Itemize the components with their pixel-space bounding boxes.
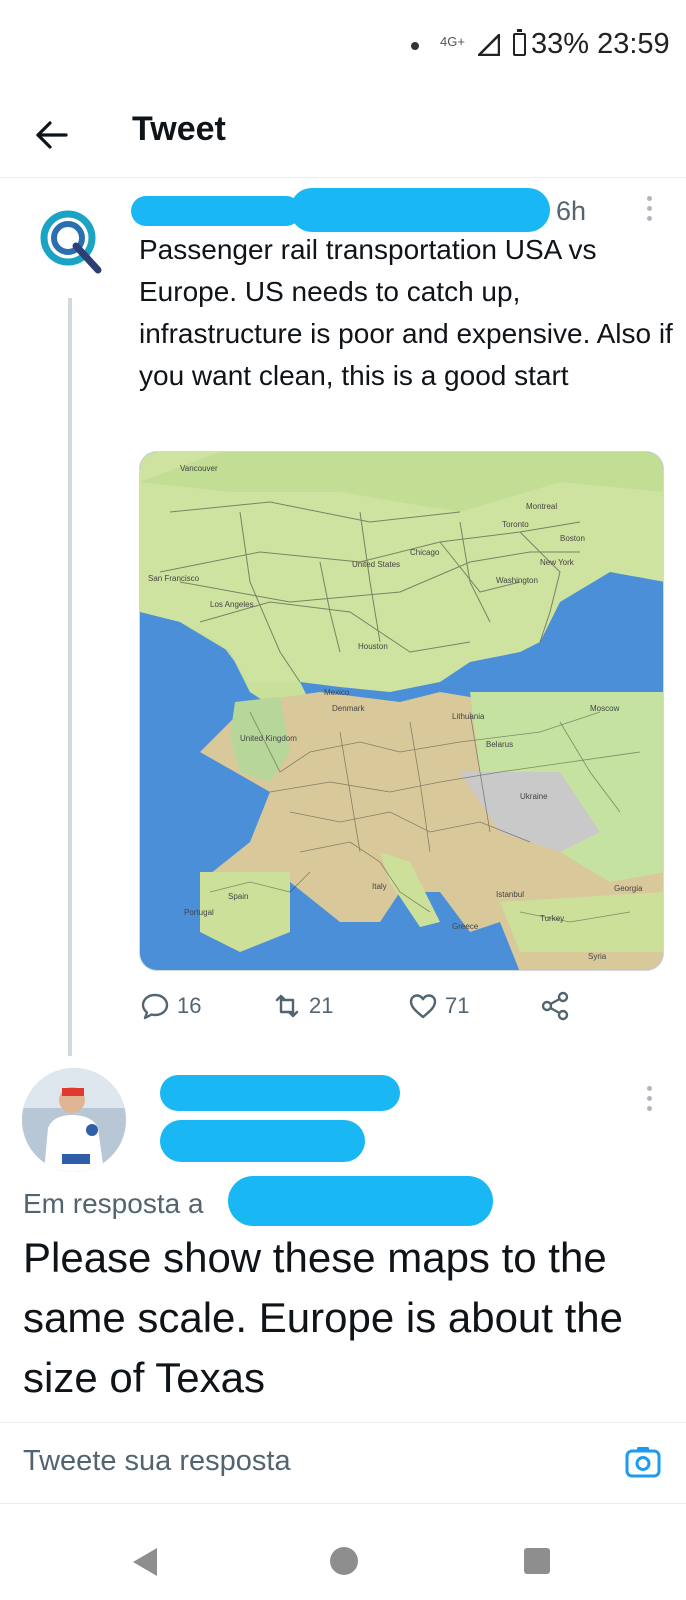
redacted-reply-name <box>160 1075 400 1111</box>
like-button[interactable]: 71 <box>407 990 469 1022</box>
redacted-author-handle <box>290 188 550 232</box>
share-icon <box>541 991 569 1021</box>
map-label: Lithuania <box>452 712 485 721</box>
app-header: Tweet <box>0 92 686 178</box>
reply-composer[interactable]: Tweete sua resposta <box>0 1422 686 1504</box>
reply-more-options-icon[interactable] <box>644 1086 654 1116</box>
more-options-icon[interactable] <box>644 196 654 226</box>
tweet-text: Passenger rail transportation USA vs Eur… <box>139 234 673 391</box>
redacted-reply-handle <box>160 1120 365 1162</box>
reply-author-avatar[interactable] <box>22 1068 126 1172</box>
nav-back-icon[interactable] <box>133 1548 157 1576</box>
share-button[interactable] <box>539 990 571 1022</box>
retweet-button[interactable]: 21 <box>271 990 333 1022</box>
system-navigation-bar <box>0 1520 686 1600</box>
reply-text: Please show these maps to the same scale… <box>23 1234 624 1401</box>
reply-button[interactable]: 16 <box>139 990 201 1022</box>
author-avatar-q-logo[interactable] <box>38 208 104 274</box>
map-label: Toronto <box>502 520 529 529</box>
map-label: Italy <box>372 882 387 891</box>
heart-icon <box>409 994 437 1019</box>
map-label: Georgia <box>614 884 643 893</box>
map-label: Chicago <box>410 548 440 557</box>
page-title: Tweet <box>132 110 226 148</box>
retweet-count: 21 <box>309 993 334 1018</box>
map-label: Turkey <box>540 914 565 923</box>
map-label: Washington <box>496 576 538 585</box>
map-label: Houston <box>358 642 388 651</box>
map-label: Moscow <box>590 704 620 713</box>
camera-icon[interactable] <box>624 1443 662 1481</box>
nav-home-icon[interactable] <box>330 1547 358 1575</box>
reply-input-placeholder[interactable]: Tweete sua resposta <box>23 1445 291 1478</box>
battery-and-time: 33% 23:59 <box>531 28 670 60</box>
like-count: 71 <box>445 993 470 1018</box>
thread-line <box>68 298 72 1056</box>
signal-icon <box>478 34 500 56</box>
map-label: Boston <box>560 534 585 543</box>
tweet-actions: 16 21 71 <box>139 990 609 1030</box>
map-label: United Kingdom <box>240 734 297 743</box>
map-label: United States <box>352 560 401 569</box>
tweet-time: 6h <box>556 196 587 226</box>
battery-icon <box>513 29 526 56</box>
map-label: Spain <box>228 892 249 901</box>
rail-map-graphic <box>140 452 663 970</box>
map-label: Ukraine <box>520 792 548 801</box>
reply-count: 16 <box>177 993 202 1018</box>
reply-icon <box>141 993 169 1020</box>
notification-dot-icon <box>411 42 419 50</box>
map-label: Los Angeles <box>210 600 254 609</box>
tweet-image-rail-map[interactable]: Vancouver Montreal Toronto Boston New Yo… <box>139 451 664 971</box>
map-label: Denmark <box>332 704 365 713</box>
map-label: Mexico <box>324 688 350 697</box>
back-arrow-icon[interactable] <box>30 114 72 156</box>
map-label: Montreal <box>526 502 558 511</box>
map-label: Greece <box>452 922 479 931</box>
person-photo <box>22 1068 126 1172</box>
map-label: San Francisco <box>148 574 200 583</box>
retweet-icon <box>275 994 299 1018</box>
network-type: 4G+ <box>440 34 465 49</box>
nav-recents-icon[interactable] <box>524 1548 550 1574</box>
map-label: Belarus <box>486 740 514 749</box>
map-label: Istanbul <box>496 890 525 899</box>
map-label: Portugal <box>184 908 214 917</box>
redacted-reply-to-handle <box>228 1176 493 1226</box>
map-label: Syria <box>588 952 607 961</box>
redacted-author-name <box>131 196 301 226</box>
map-label: New York <box>540 558 574 567</box>
map-label: Vancouver <box>180 464 218 473</box>
status-bar: 4G+ 33% 23:59 <box>0 0 686 92</box>
in-reply-to-label: Em resposta a <box>23 1188 204 1219</box>
